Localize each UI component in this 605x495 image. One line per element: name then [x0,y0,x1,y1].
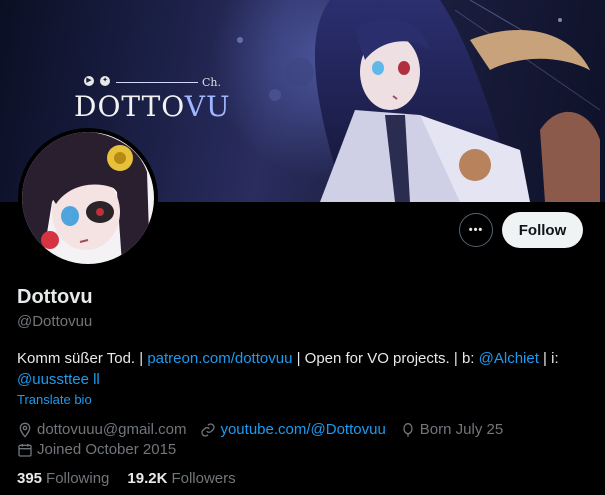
followers-link[interactable]: 19.2K Followers [127,470,235,487]
avatar[interactable] [18,128,158,268]
bio-text: | i: [538,350,559,367]
bio-text: Komm süßer Tod. | [17,350,148,367]
avatar-art [22,132,154,264]
website-item[interactable]: youtube.com/@Dottovuu [200,420,386,440]
profile-meta: dottovuuu@gmail.com youtube.com/@Dottovu… [17,420,587,460]
logo-wordmark: DOTTOVU [74,90,231,123]
profile-handle: @Dottovuu [17,313,93,330]
more-icon: ••• [468,223,484,236]
profile-stats: 395 Following 19.2K Followers [17,470,236,487]
twitter-icon: ✦ [100,76,110,86]
profile-bio: Komm süßer Tod. | patreon.com/dottovuu |… [17,348,587,390]
bio-link-patreon[interactable]: patreon.com/dottovuu [147,350,292,367]
more-button[interactable]: ••• [459,213,493,247]
link-icon [201,423,216,437]
website-link[interactable]: youtube.com/@Dottovuu [220,420,385,440]
following-link[interactable]: 395 Following [17,470,109,487]
profile-page: ▶ ✦ Ch. DOTTOVU ••• Follow Dottovu @Dott… [0,0,605,495]
location-icon [19,422,31,438]
profile-name: Dottovu [17,286,93,308]
joined-item: Joined October 2015 [17,440,176,460]
logo-divider [116,82,198,83]
birthday-item: Born July 25 [400,420,503,440]
translate-bio-link[interactable]: Translate bio [17,392,92,407]
calendar-icon [18,444,32,457]
balloon-icon [403,423,413,437]
follow-button[interactable]: Follow [502,212,583,248]
logo-suffix: Ch. [202,76,221,89]
channel-logo: ▶ ✦ Ch. DOTTOVU [72,74,232,126]
bio-text: | Open for VO projects. | b: [292,350,479,367]
bio-mention-alchiet[interactable]: @Alchiet [479,350,539,367]
location-item: dottovuuu@gmail.com [17,420,186,440]
youtube-icon: ▶ [84,76,94,86]
bio-mention-uussttee[interactable]: @uussttee ll [17,371,100,388]
